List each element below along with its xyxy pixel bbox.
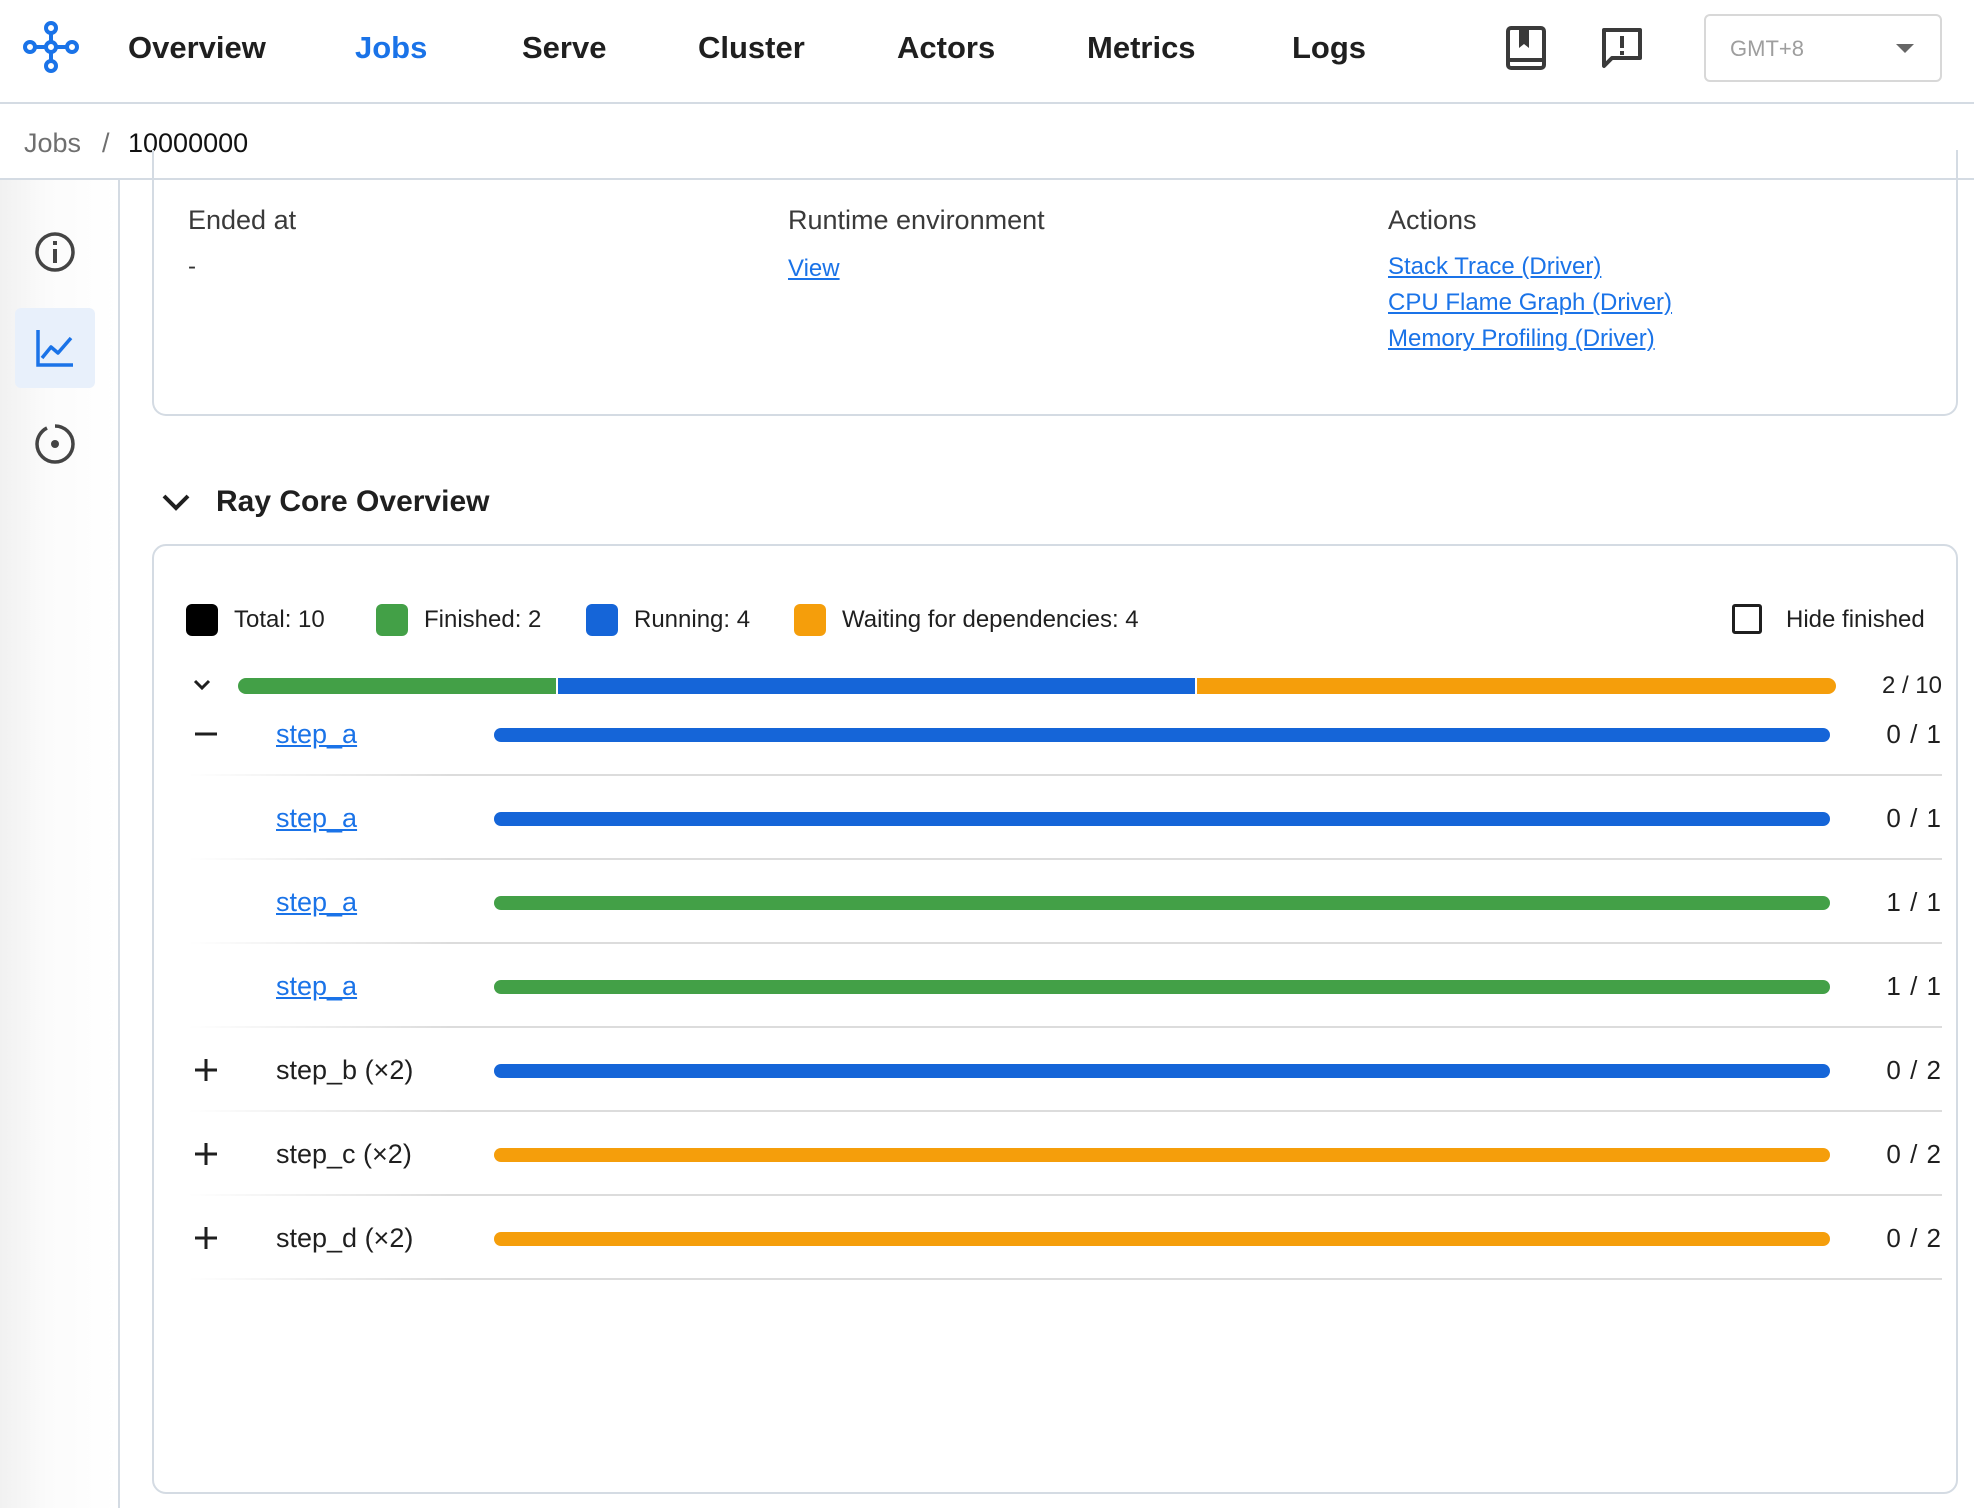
task-count: 1 / 1 bbox=[1886, 971, 1942, 1001]
timezone-select[interactable]: GMT+8 bbox=[1704, 14, 1942, 82]
legend-label: Finished: 2 bbox=[424, 606, 542, 633]
legend-label: Waiting for dependencies: 4 bbox=[842, 606, 1139, 633]
sidebar-tasks-button[interactable] bbox=[15, 404, 95, 484]
task-row: step_a 1 / 1 bbox=[188, 944, 1942, 1028]
actions-label: Actions bbox=[1388, 205, 1477, 235]
cpu-flame-graph-link[interactable]: CPU Flame Graph (Driver) bbox=[1388, 288, 1672, 318]
task-progress-bar-finished bbox=[494, 980, 1830, 994]
task-progress-bar-running bbox=[494, 728, 1830, 742]
timezone-value: GMT+8 bbox=[1730, 36, 1804, 61]
nav-jobs[interactable]: Jobs bbox=[355, 30, 427, 66]
nav-serve[interactable]: Serve bbox=[522, 30, 606, 66]
nav-metrics[interactable]: Metrics bbox=[1087, 30, 1196, 66]
docs-book-icon[interactable] bbox=[1504, 24, 1548, 72]
runtime-env-view-link[interactable]: View bbox=[788, 254, 840, 284]
task-progress-bar-running bbox=[494, 812, 1830, 826]
hide-finished-label: Hide finished bbox=[1786, 606, 1925, 633]
feedback-icon[interactable] bbox=[1600, 24, 1644, 72]
task-name: step_b (×2) bbox=[276, 1055, 414, 1085]
hide-finished-checkbox[interactable] bbox=[1732, 604, 1762, 634]
task-progress-bar-finished bbox=[494, 896, 1830, 910]
task-progress-bar-waiting bbox=[494, 1232, 1830, 1246]
task-name-link[interactable]: step_a bbox=[276, 886, 357, 918]
task-row: step_a 1 / 1 bbox=[188, 860, 1942, 944]
breadcrumb-jobs-link[interactable]: Jobs bbox=[24, 128, 81, 158]
nav-overview[interactable]: Overview bbox=[128, 30, 266, 66]
task-name: step_c (×2) bbox=[276, 1139, 412, 1169]
ended-at-value: - bbox=[188, 253, 196, 280]
sidebar bbox=[0, 180, 120, 1508]
task-row: step_a 0 / 1 bbox=[188, 692, 1942, 776]
legend-label: Running: 4 bbox=[634, 606, 751, 633]
section-title: Ray Core Overview bbox=[216, 485, 490, 518]
task-row: step_d (×2) 0 / 2 bbox=[188, 1196, 1942, 1280]
legend-label: Total: 10 bbox=[234, 606, 325, 633]
task-progress-bar-waiting bbox=[494, 1148, 1830, 1162]
legend-swatch bbox=[794, 604, 826, 636]
chart-line-icon bbox=[36, 330, 73, 367]
task-count: 0 / 2 bbox=[1886, 1055, 1942, 1085]
hide-finished-toggle[interactable]: Hide finished bbox=[1732, 602, 1942, 636]
ray-core-overview-card: Total: 10 Finished: 2 Running: 4 Waiting… bbox=[152, 544, 1958, 1494]
breadcrumb-separator: / bbox=[102, 128, 110, 158]
nav-logs[interactable]: Logs bbox=[1292, 30, 1366, 66]
task-name: step_d (×2) bbox=[276, 1223, 414, 1253]
memory-profiling-link[interactable]: Memory Profiling (Driver) bbox=[1388, 324, 1655, 354]
nav-cluster[interactable]: Cluster bbox=[698, 30, 805, 66]
task-row: step_a 0 / 1 bbox=[188, 776, 1942, 860]
ray-core-overview-toggle[interactable]: Ray Core Overview bbox=[158, 480, 558, 524]
ray-logo-icon[interactable] bbox=[22, 18, 80, 76]
legend-swatch bbox=[376, 604, 408, 636]
chevron-down-icon bbox=[162, 494, 190, 511]
task-row: step_b (×2) 0 / 2 bbox=[188, 1028, 1942, 1112]
row-divider bbox=[188, 1278, 1942, 1280]
expand-plus-icon[interactable] bbox=[192, 1056, 220, 1084]
legend-swatch bbox=[186, 604, 218, 636]
task-count: 0 / 2 bbox=[1886, 1139, 1942, 1169]
task-name-link[interactable]: step_a bbox=[276, 718, 357, 750]
task-name-link[interactable]: step_a bbox=[276, 970, 357, 1002]
task-count: 0 / 2 bbox=[1886, 1223, 1942, 1253]
target-icon bbox=[35, 424, 75, 464]
task-name-link[interactable]: step_a bbox=[276, 802, 357, 834]
dropdown-arrow-icon bbox=[1896, 44, 1914, 53]
sidebar-info-button[interactable] bbox=[15, 212, 95, 292]
job-info-card: Ended at - Runtime environment View Acti… bbox=[152, 150, 1958, 416]
sidebar-overview-button[interactable] bbox=[15, 308, 95, 388]
ended-at-label: Ended at bbox=[188, 205, 297, 235]
top-navigation: Overview Jobs Serve Cluster Actors Metri… bbox=[0, 0, 1974, 104]
legend-swatch bbox=[586, 604, 618, 636]
task-count: 1 / 1 bbox=[1886, 887, 1942, 917]
expand-plus-icon[interactable] bbox=[192, 1140, 220, 1168]
task-row: step_c (×2) 0 / 2 bbox=[188, 1112, 1942, 1196]
info-icon bbox=[35, 232, 75, 272]
task-progress-bar-running bbox=[494, 1064, 1830, 1078]
nav-actors[interactable]: Actors bbox=[897, 30, 995, 66]
task-count: 0 / 1 bbox=[1886, 803, 1942, 833]
collapse-minus-icon[interactable] bbox=[192, 720, 220, 748]
runtime-env-label: Runtime environment bbox=[788, 205, 1045, 235]
stack-trace-link[interactable]: Stack Trace (Driver) bbox=[1388, 252, 1601, 282]
task-count: 0 / 1 bbox=[1886, 719, 1942, 749]
expand-plus-icon[interactable] bbox=[192, 1224, 220, 1252]
